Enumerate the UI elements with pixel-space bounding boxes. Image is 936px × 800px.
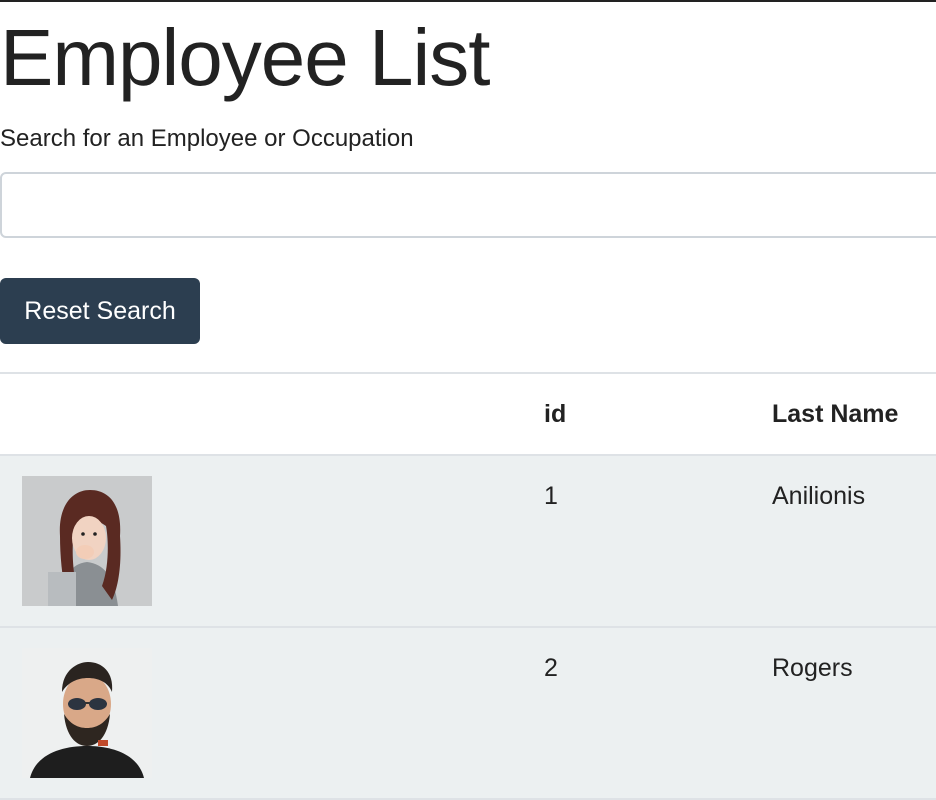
search-input[interactable] (0, 172, 936, 238)
table-header: id Last Name (0, 372, 936, 456)
reset-search-button[interactable]: Reset Search (0, 278, 200, 344)
cell-id: 2 (544, 654, 558, 682)
table-row: 1 Anilionis (0, 456, 936, 628)
search-label: Search for an Employee or Occupation (0, 125, 414, 152)
table-row: 2 Rogers (0, 628, 936, 800)
cell-last-name: Rogers (772, 654, 853, 682)
page-title: Employee List (0, 13, 490, 102)
top-divider (0, 0, 936, 2)
employee-photo (22, 476, 152, 606)
employee-table: id Last Name 1 Anilionis 2 Rogers (0, 372, 936, 800)
cell-id: 1 (544, 482, 558, 510)
column-header-last-name[interactable]: Last Name (772, 400, 898, 429)
employee-photo (22, 648, 152, 778)
column-header-id[interactable]: id (544, 400, 566, 429)
cell-last-name: Anilionis (772, 482, 866, 510)
